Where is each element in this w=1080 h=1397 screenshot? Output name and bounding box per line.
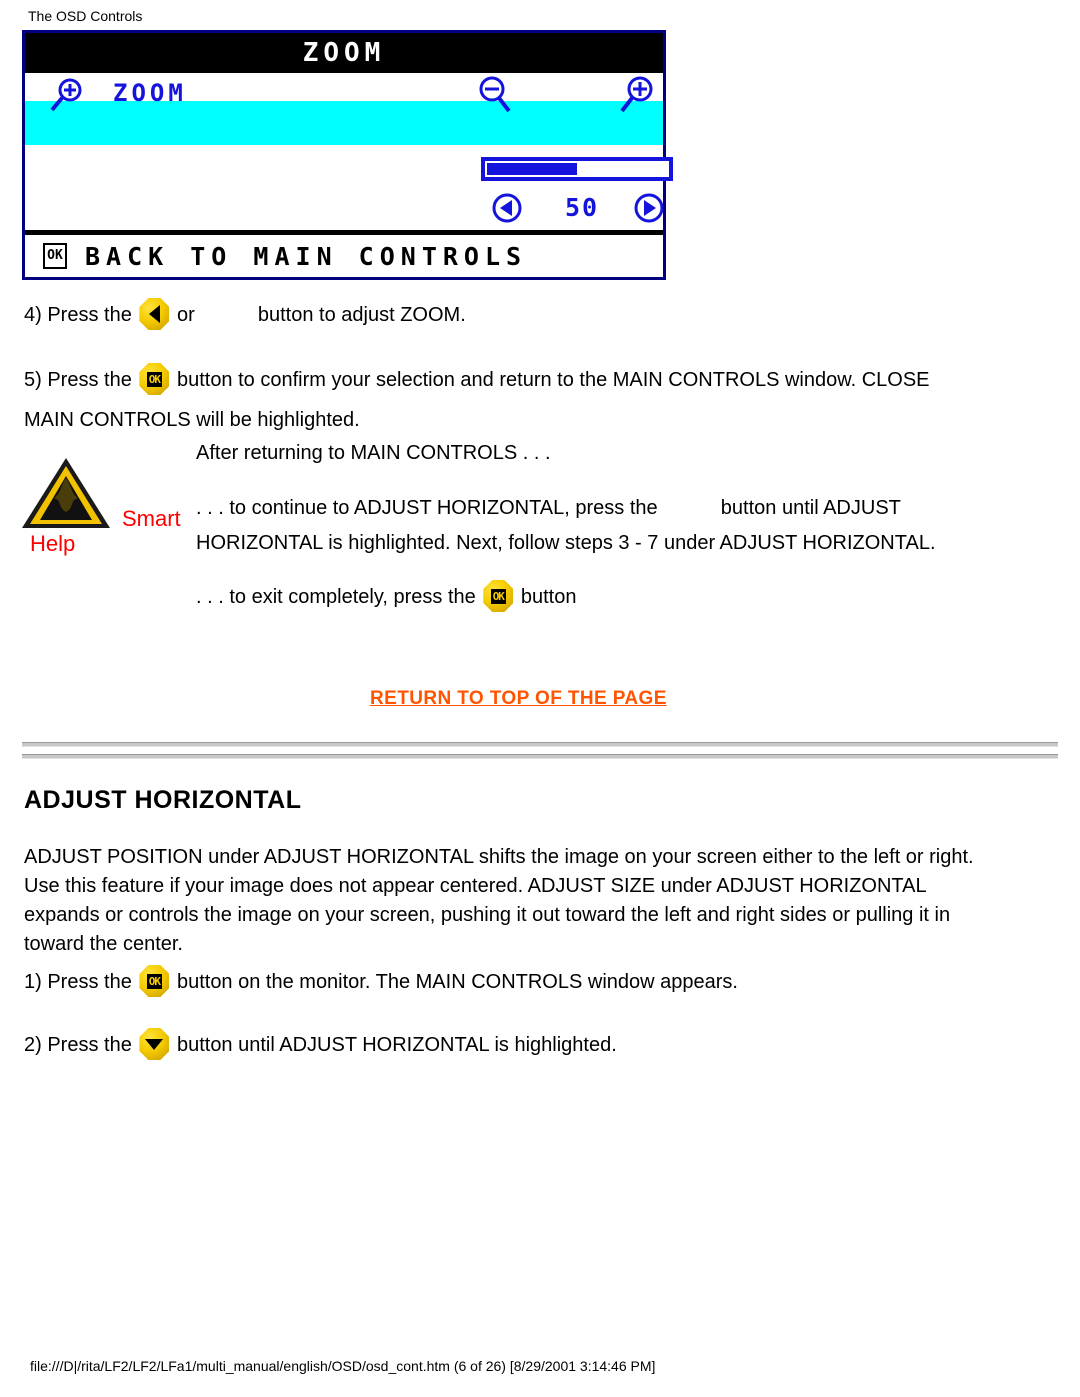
osd-footer-label: BACK TO MAIN CONTROLS: [85, 241, 528, 271]
step-5-line2: MAIN CONTROLS will be highlighted.: [24, 409, 360, 431]
adjust-step-2-suffix: button until ADJUST HORIZONTAL is highli…: [176, 1034, 617, 1056]
step-5-paragraph: 5) Press the OK button to confirm your s…: [24, 363, 1034, 396]
osd-value: 50: [564, 193, 600, 222]
smart-help-line-3: HORIZONTAL is highlighted. Next, follow …: [196, 532, 936, 554]
smart-help-line2-prefix: . . . to continue to ADJUST HORIZONTAL, …: [196, 497, 658, 519]
ok-box-icon: OK: [43, 243, 67, 269]
smart-help-line-1: After returning to MAIN CONTROLS . . .: [196, 442, 551, 464]
adjust-step-2-prefix: 2) Press the: [24, 1034, 132, 1056]
ok-button-exit[interactable]: OK: [483, 580, 514, 612]
osd-zoom-panel: ZOOM ZOOM 50 OK BACK TO MAIN CONTROLS: [22, 30, 673, 280]
osd-body: ZOOM 50: [25, 73, 673, 235]
ok-button-adjust-1[interactable]: OK: [139, 965, 170, 997]
footer-file-path: file:///D|/rita/LF2/LF2/LFa1/multi_manua…: [30, 1358, 656, 1374]
adjust-step-1-suffix: button on the monitor. The MAIN CONTROLS…: [176, 971, 738, 993]
return-to-top-link[interactable]: RETURN TO TOP OF THE PAGE: [370, 688, 667, 710]
smart-help-word-help: Help: [30, 531, 76, 556]
smart-help-line-2: . . . to continue to ADJUST HORIZONTAL, …: [196, 493, 1026, 524]
step-4-suffix: button to adjust ZOOM.: [257, 304, 466, 326]
left-arrow-button[interactable]: [139, 298, 170, 330]
magnifier-minus-icon[interactable]: [473, 73, 515, 117]
page-title: The OSD Controls: [28, 8, 143, 24]
osd-decrease-arrow-icon[interactable]: [491, 191, 523, 225]
magnifier-plus-right-icon[interactable]: [617, 73, 659, 117]
section-heading-adjust-horizontal: ADJUST HORIZONTAL: [24, 786, 302, 814]
osd-increase-arrow-icon[interactable]: [633, 191, 665, 225]
adjust-body-line-4: toward the center.: [24, 933, 183, 955]
osd-row-zoom[interactable]: [25, 101, 663, 145]
step-4-middle: or: [176, 304, 195, 326]
divider-rule-top: [22, 742, 1058, 747]
step-5-prefix: 5) Press the: [24, 369, 132, 391]
smart-help-line-4: . . . to exit completely, press the OK b…: [196, 580, 576, 613]
osd-slider-fill: [487, 163, 577, 175]
adjust-body-line-2: Use this feature if your image does not …: [24, 875, 927, 897]
adjust-step-1-paragraph: 1) Press the OK button on the monitor. T…: [24, 965, 738, 998]
osd-window-title: ZOOM: [25, 33, 663, 73]
adjust-body-line-3: expands or controls the image on your sc…: [24, 904, 951, 926]
divider-rule-bottom: [22, 754, 1058, 759]
osd-slider-track[interactable]: [481, 157, 673, 181]
adjust-step-2-paragraph: 2) Press the button until ADJUST HORIZON…: [24, 1028, 617, 1061]
smart-help-line4-prefix: . . . to exit completely, press the: [196, 586, 476, 608]
ok-button[interactable]: OK: [139, 363, 170, 395]
magnifier-plus-icon: [47, 75, 87, 115]
smart-help-line4-suffix: button: [520, 586, 577, 608]
down-arrow-button[interactable]: [139, 1028, 170, 1060]
adjust-step-1-prefix: 1) Press the: [24, 971, 132, 993]
warning-triangle-icon: [18, 452, 114, 534]
osd-back-to-main-controls-row[interactable]: OK BACK TO MAIN CONTROLS: [25, 235, 663, 277]
smart-help-line2-suffix: button until ADJUST: [720, 497, 901, 519]
step-4-prefix: 4) Press the: [24, 304, 132, 326]
osd-row-label: ZOOM: [113, 79, 187, 107]
smart-help-word-smart: Smart: [122, 506, 181, 531]
step-5-suffix: button to confirm your selection and ret…: [176, 369, 930, 391]
adjust-body-line-1: ADJUST POSITION under ADJUST HORIZONTAL …: [24, 846, 974, 868]
step-4-paragraph: 4) Press the or button to adjust ZOOM.: [24, 298, 1024, 331]
